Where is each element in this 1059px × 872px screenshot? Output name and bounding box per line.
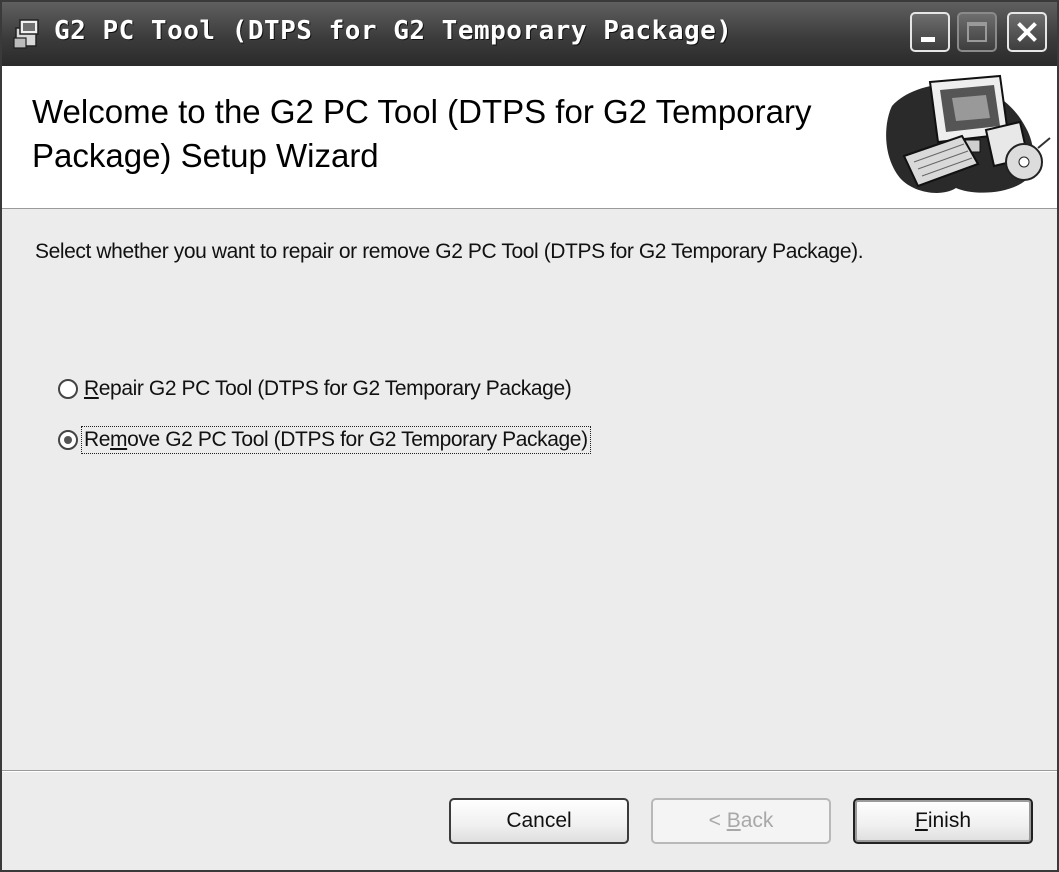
minimize-icon[interactable] <box>910 12 950 52</box>
remove-option[interactable]: Remove G2 PC Tool (DTPS for G2 Temporary… <box>58 425 591 455</box>
button-area-divider <box>2 770 1057 772</box>
remove-option-label[interactable]: Remove G2 PC Tool (DTPS for G2 Temporary… <box>81 426 591 454</box>
repair-option[interactable]: Repair G2 PC Tool (DTPS for G2 Temporary… <box>58 374 573 404</box>
cancel-button[interactable]: Cancel <box>449 798 629 844</box>
computer-setup-graphic <box>886 74 1051 193</box>
repair-option-label[interactable]: Repair G2 PC Tool (DTPS for G2 Temporary… <box>82 376 573 402</box>
back-button: < Back <box>651 798 831 844</box>
remove-radio-button[interactable] <box>58 430 78 450</box>
window-title: G2 PC Tool (DTPS for G2 Temporary Packag… <box>54 16 733 46</box>
instruction-text: Select whether you want to repair or rem… <box>35 240 864 263</box>
installer-package-icon[interactable] <box>12 16 46 50</box>
wizard-banner: Welcome to the G2 PC Tool (DTPS for G2 T… <box>2 66 1057 209</box>
title-bar[interactable]: G2 PC Tool (DTPS for G2 Temporary Packag… <box>2 2 1057 66</box>
banner-title: Welcome to the G2 PC Tool (DTPS for G2 T… <box>32 93 812 174</box>
repair-radio-button[interactable] <box>58 379 78 399</box>
close-icon[interactable] <box>1007 12 1047 52</box>
maximize-icon <box>957 12 997 52</box>
setup-wizard-window: G2 PC Tool (DTPS for G2 Temporary Packag… <box>0 0 1059 872</box>
finish-button[interactable]: Finish <box>853 798 1033 844</box>
